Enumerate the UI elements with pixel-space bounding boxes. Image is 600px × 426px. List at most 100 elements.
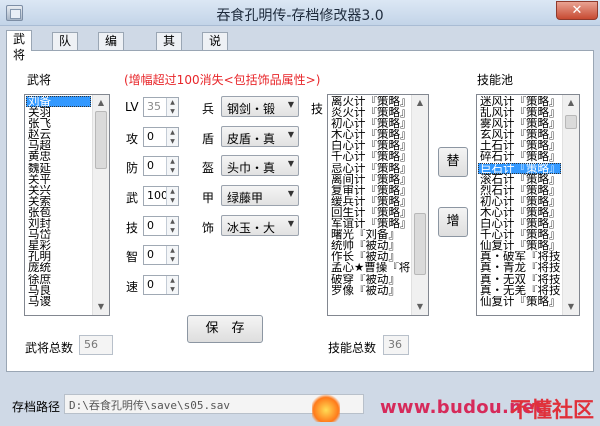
skill-pool-item[interactable]: 玄风计『策略』 [478, 129, 561, 140]
skill-pool-item[interactable]: 白心计『策略』 [478, 218, 561, 229]
skill-pool-item[interactable]: 滚石计『策略』 [478, 174, 561, 185]
skill-list-item[interactable]: 军谊计『策略』 [329, 218, 410, 229]
skill-pool-scrollbar[interactable]: ▲ ▼ [562, 95, 579, 315]
skill-pool-item[interactable]: 乱风计『策略』 [478, 107, 561, 118]
skills-listbox[interactable]: 离火计『策略』 炎火计『策略』 初心计『策略』 木心计『策略』 白心计『策略』 千心计『策… [327, 94, 429, 316]
tab-team[interactable]: 队伍 [52, 32, 79, 64]
skill-list-item[interactable]: 离火计『策略』 [329, 96, 410, 107]
general-list-item[interactable]: 关平 [26, 174, 91, 185]
general-list-item[interactable]: 黄忠 [26, 151, 91, 162]
general-list-item[interactable]: 张飞 [26, 118, 91, 129]
general-list-item[interactable]: 关索 [26, 196, 91, 207]
skill-pool-item[interactable]: 仙复计『策略』 [478, 240, 561, 251]
replace-skill-button[interactable]: 替 [438, 147, 468, 177]
scroll-up-icon[interactable]: ▲ [563, 95, 579, 111]
tab-formation[interactable]: 编成所 [98, 32, 125, 80]
skill-list-item[interactable]: 炎火计『策略』 [329, 107, 410, 118]
scroll-up-icon[interactable]: ▲ [93, 95, 109, 111]
general-list-item[interactable]: 徐庶 [26, 274, 91, 285]
general-list-item[interactable]: 马超 [26, 140, 91, 151]
scroll-down-icon[interactable]: ▼ [563, 299, 579, 315]
skill-pool-item[interactable]: 真・无羌『将技 [478, 285, 561, 296]
stat-spd-value: 0 [147, 278, 154, 291]
general-list-item[interactable]: 马岱 [26, 229, 91, 240]
general-list-item[interactable]: 马良 [26, 285, 91, 296]
tab-other[interactable]: 其他 [156, 32, 183, 64]
general-list-item[interactable]: 刘备 [26, 96, 91, 108]
general-list-item[interactable]: 赵云 [26, 129, 91, 140]
shield-select[interactable]: 皮盾・真 ▼ [221, 126, 299, 147]
scroll-down-icon[interactable]: ▼ [412, 299, 428, 315]
weapon-select[interactable]: 钢剑・锻 ▼ [221, 96, 299, 117]
close-button[interactable]: ✕ [556, 1, 598, 20]
general-list-item[interactable]: 关羽 [26, 107, 91, 118]
general-list-item[interactable]: 孔明 [26, 251, 91, 262]
skill-pool-item[interactable]: 土石计『策略』 [478, 140, 561, 151]
generals-listbox[interactable]: 刘备 关羽 张飞 赵云 马超 黄忠 魏延 关平 关兴 关索 张苞 刘封 马岱 星彩 孔明 庞统 徐庶 马良 马谡 ▲… [24, 94, 110, 316]
skill-list-item[interactable]: 复审计『策略』 [329, 185, 410, 196]
skill-pool-item[interactable]: 迷风计『策略』 [478, 96, 561, 107]
skill-pool-item[interactable]: 真・无双『将技 [478, 274, 561, 285]
skill-pool-item[interactable]: 真・破军『将技 [478, 251, 561, 262]
general-list-item[interactable]: 魏延 [26, 163, 91, 174]
skill-pool-item[interactable]: 千心计『策略』 [478, 229, 561, 240]
helmet-select[interactable]: 头巾・真 ▼ [221, 155, 299, 176]
general-list-item[interactable]: 星彩 [26, 240, 91, 251]
scroll-up-icon[interactable]: ▲ [412, 95, 428, 111]
general-list-item[interactable]: 庞统 [26, 262, 91, 273]
equip-label-shield: 盾 [202, 132, 215, 146]
skill-list-item[interactable]: 白心计『策略』 [329, 140, 410, 151]
watermark: www.budou.net 不懂社区 [380, 392, 600, 424]
equip-label-armor: 甲 [202, 191, 215, 205]
stat-int-stepper[interactable]: 0 ▲ ▼ [143, 245, 179, 265]
stat-lv-stepper[interactable]: 35 ▲ ▼ [143, 97, 179, 117]
tab-help[interactable]: 说明 [202, 32, 229, 64]
stat-skl-stepper[interactable]: 0 ▲ ▼ [143, 216, 179, 236]
skill-pool-item[interactable]: 木心计『策略』 [478, 207, 561, 218]
generals-label: 武将 [27, 73, 52, 87]
skill-pool-item[interactable]: 巨石计『策略』 [478, 162, 561, 174]
scroll-thumb[interactable] [565, 115, 577, 129]
equip-label-weapon: 兵 [202, 102, 215, 116]
scroll-thumb[interactable] [414, 213, 426, 275]
stat-war-stepper[interactable]: 100 ▲ ▼ [143, 186, 179, 206]
skill-pool-item[interactable]: 雾风计『策略』 [478, 118, 561, 129]
general-list-item[interactable]: 关兴 [26, 185, 91, 196]
general-list-item[interactable]: 张苞 [26, 207, 91, 218]
skill-list-item[interactable]: 忌心计『策略』 [329, 163, 410, 174]
skill-list-item[interactable]: 初心计『策略』 [329, 118, 410, 129]
armor-select[interactable]: 绿藤甲 ▼ [221, 185, 299, 206]
skill-list-item[interactable]: 曙光『刘备』 [329, 229, 410, 240]
stat-skl-value: 0 [147, 219, 154, 232]
stat-spd-stepper[interactable]: 0 ▲ ▼ [143, 275, 179, 295]
stat-atk-stepper[interactable]: 0 ▲ ▼ [143, 127, 179, 147]
skill-list-item[interactable]: 回生计『策略』 [329, 207, 410, 218]
chevron-down-icon: ▼ [287, 100, 294, 109]
skill-list-item[interactable]: 千心计『策略』 [329, 151, 410, 162]
skill-list-item[interactable]: 罗像『被动』 [329, 285, 410, 296]
save-button[interactable]: 保 存 [187, 315, 263, 343]
skill-list-item[interactable]: 破穿『被动』 [329, 274, 410, 285]
tab-general[interactable]: 武将 [6, 30, 33, 62]
stat-def-stepper[interactable]: 0 ▲ ▼ [143, 156, 179, 176]
skill-list-item[interactable]: 统帅『被动』 [329, 240, 410, 251]
general-list-item[interactable]: 刘封 [26, 218, 91, 229]
skill-pool-listbox[interactable]: 迷风计『策略』 乱风计『策略』 雾风计『策略』 玄风计『策略』 土石计『策略』 碎石计『策… [476, 94, 580, 316]
skill-pool-item[interactable]: 真・青龙『将技 [478, 262, 561, 273]
skills-scrollbar[interactable]: ▲ ▼ [411, 95, 428, 315]
skill-list-item[interactable]: 缓兵计『策略』 [329, 196, 410, 207]
skill-list-item[interactable]: 木心计『策略』 [329, 129, 410, 140]
skill-list-item[interactable]: 作长『被动』 [329, 251, 410, 262]
generals-scrollbar[interactable]: ▲ ▼ [92, 95, 109, 315]
add-skill-button[interactable]: 增 [438, 207, 468, 237]
skill-list-item[interactable]: 孟心★曹操『将扯 [329, 262, 410, 273]
skill-list-item[interactable]: 离间计『策略』 [329, 174, 410, 185]
scroll-thumb[interactable] [95, 111, 107, 169]
accessory-select[interactable]: 冰玉・大 ▼ [221, 215, 299, 236]
general-list-item[interactable]: 马谡 [26, 296, 91, 307]
skill-pool-item[interactable]: 烈石计『策略』 [478, 185, 561, 196]
skill-pool-item[interactable]: 仙复计『策略』 [478, 296, 561, 307]
skill-pool-item[interactable]: 碎石计『策略』 [478, 151, 561, 162]
skill-pool-item[interactable]: 初心计『策略』 [478, 196, 561, 207]
scroll-down-icon[interactable]: ▼ [93, 299, 109, 315]
